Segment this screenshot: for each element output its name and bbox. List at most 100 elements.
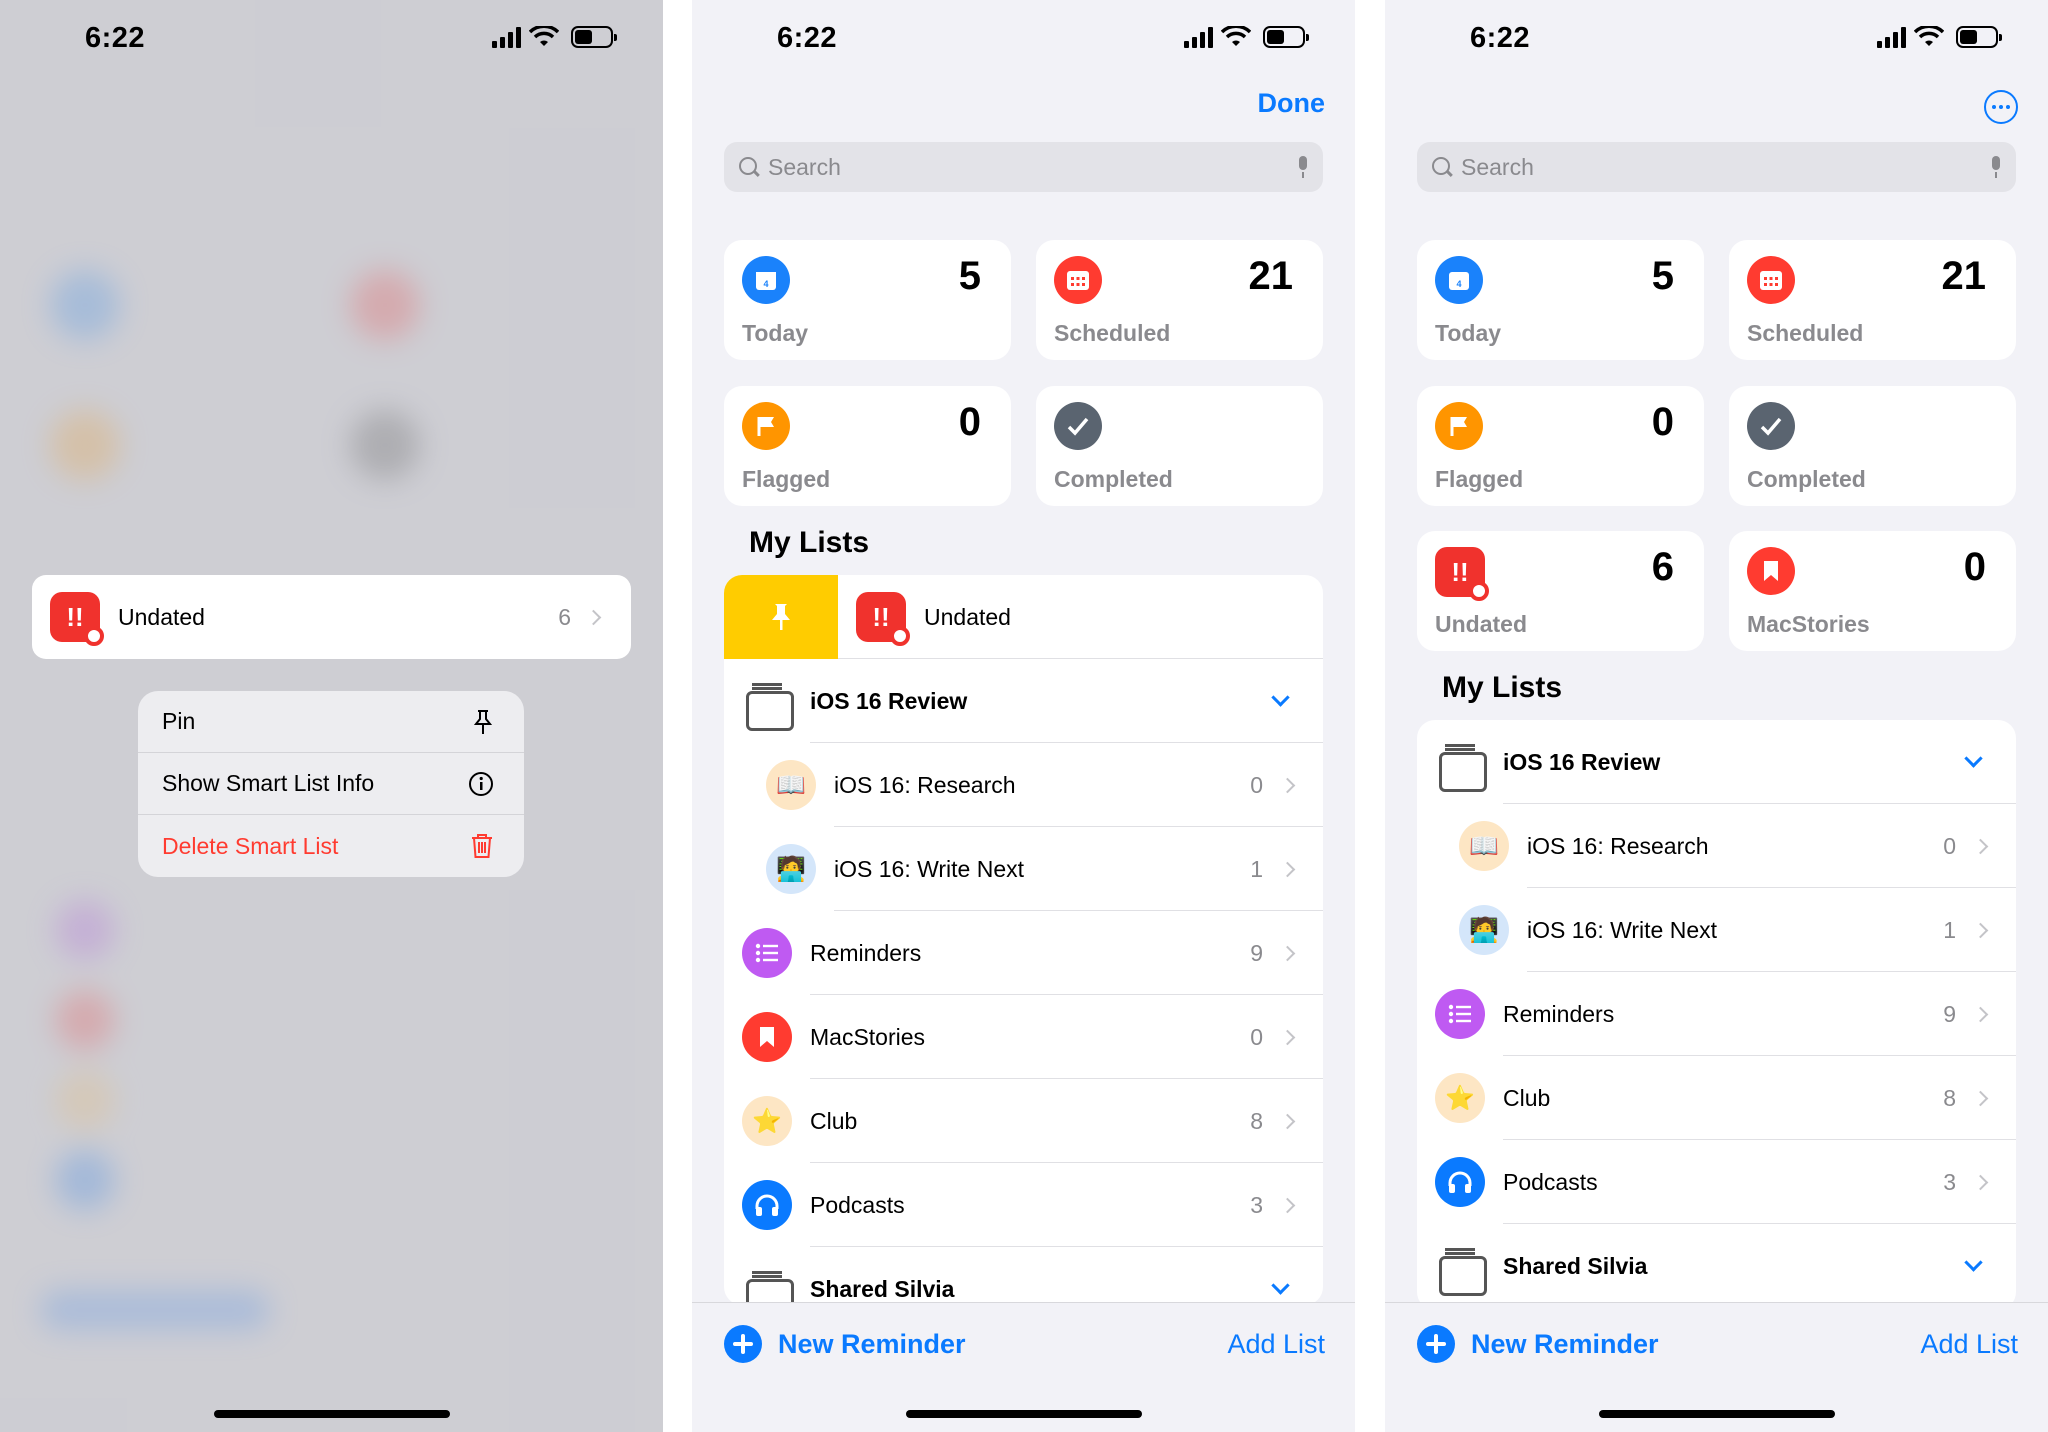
- battery-icon: [1956, 26, 2002, 48]
- card-label: Flagged: [1435, 466, 1524, 492]
- calendar-grid-icon: [1054, 256, 1102, 304]
- list-item-club[interactable]: ⭐ Club 8: [1417, 1056, 2016, 1140]
- add-list-button[interactable]: Add List: [1920, 1329, 2018, 1360]
- list-item-ios16-research[interactable]: 📖 iOS 16: Research 0: [1417, 804, 2016, 888]
- search-input[interactable]: [1461, 153, 1990, 181]
- card-count: 0: [1963, 545, 1986, 589]
- undated-label: Undated: [118, 603, 205, 630]
- menu-item-delete[interactable]: Delete Smart List: [138, 815, 524, 877]
- smart-card-scheduled[interactable]: 21 Scheduled: [1036, 240, 1323, 360]
- card-count: 6: [1651, 545, 1674, 589]
- plus-circle-icon: [1417, 1325, 1455, 1363]
- plus-circle-icon: [724, 1325, 762, 1363]
- smart-card-today[interactable]: 4 5 Today: [724, 240, 1011, 360]
- list-item-label: iOS 16: Write Next: [1527, 916, 1718, 943]
- phone-panel-pinned: 6:22 4 5 Today 21 Scheduled 0 Flagged Co…: [1385, 0, 2048, 1432]
- smart-card-flagged[interactable]: 0 Flagged: [724, 386, 1011, 506]
- new-reminder-button[interactable]: New Reminder: [1417, 1325, 1659, 1363]
- list-item-label: Club: [1503, 1084, 1551, 1111]
- search-bar[interactable]: [724, 142, 1323, 192]
- technologist-icon: 🧑‍💻: [766, 844, 816, 894]
- my-lists: iOS 16 Review 📖 iOS 16: Research 0 🧑‍💻 i…: [1417, 720, 2016, 1310]
- section-title: My Lists: [749, 526, 870, 559]
- list-item-reminders[interactable]: Reminders 9: [1417, 972, 2016, 1056]
- smart-card-undated[interactable]: !! 6 Undated: [1417, 531, 1704, 651]
- wifi-icon: [1914, 26, 1944, 46]
- card-count: 21: [1941, 254, 1987, 298]
- card-count: 5: [1651, 254, 1674, 298]
- smart-card-completed[interactable]: Completed: [1729, 386, 2016, 506]
- list-item-reminders[interactable]: Reminders 9: [724, 911, 1323, 995]
- list-item-label: Shared Silvia: [1503, 1252, 1648, 1279]
- new-reminder-label: New Reminder: [1471, 1328, 1659, 1359]
- add-list-button[interactable]: Add List: [1227, 1329, 1325, 1360]
- chevron-right-icon: [1279, 1029, 1296, 1045]
- smart-card-today[interactable]: 4 5 Today: [1417, 240, 1704, 360]
- chevron-right-icon: [1972, 922, 1989, 938]
- list-item-undated-pinning[interactable]: !! Undated: [724, 575, 1323, 659]
- chevron-right-icon: [1972, 1006, 1989, 1022]
- card-label: Today: [742, 320, 809, 346]
- card-count: 0: [958, 400, 981, 444]
- pin-icon: [772, 604, 790, 630]
- microphone-icon[interactable]: [1990, 156, 2002, 178]
- list-item-ios16-research[interactable]: 📖 iOS 16: Research 0: [724, 743, 1323, 827]
- folder-stack-icon: [1439, 744, 1487, 792]
- menu-item-pin[interactable]: Pin: [138, 691, 524, 753]
- smart-card-completed[interactable]: Completed: [1036, 386, 1323, 506]
- chevron-right-icon: [1279, 861, 1296, 877]
- list-item-label: Reminders: [1503, 1000, 1615, 1027]
- list-item-count: 1: [1250, 855, 1263, 882]
- flag-icon: [742, 402, 790, 450]
- undated-smartlist-icon: !!: [1435, 547, 1489, 601]
- menu-item-show-info[interactable]: Show Smart List Info: [138, 753, 524, 815]
- search-bar[interactable]: [1417, 142, 2016, 192]
- smart-card-scheduled[interactable]: 21 Scheduled: [1729, 240, 2016, 360]
- list-item-podcasts[interactable]: Podcasts 3: [724, 1163, 1323, 1247]
- microphone-icon[interactable]: [1297, 156, 1309, 178]
- smart-card-macstories[interactable]: 0 MacStories: [1729, 531, 2016, 651]
- chevron-right-icon: [1972, 838, 1989, 854]
- list-item-podcasts[interactable]: Podcasts 3: [1417, 1140, 2016, 1224]
- chevron-down-icon[interactable]: [1964, 1253, 1983, 1272]
- search-input[interactable]: [768, 153, 1297, 181]
- svg-text:4: 4: [1456, 279, 1461, 289]
- pin-action-button[interactable]: [724, 575, 838, 659]
- list-item-club[interactable]: ⭐ Club 8: [724, 1079, 1323, 1163]
- chevron-down-icon[interactable]: [1271, 688, 1290, 707]
- bottom-toolbar: New Reminder Add List: [692, 1302, 1355, 1432]
- list-group-shared-silvia[interactable]: Shared Silvia: [724, 1247, 1323, 1305]
- card-count: 0: [1651, 400, 1674, 444]
- list-group-shared-silvia[interactable]: Shared Silvia: [1417, 1224, 2016, 1308]
- headphones-icon: [1435, 1157, 1485, 1207]
- list-item-label: iOS 16 Review: [810, 687, 968, 714]
- more-options-button[interactable]: [1984, 90, 2018, 124]
- wifi-icon: [529, 26, 559, 46]
- technologist-icon: 🧑‍💻: [1459, 905, 1509, 955]
- flag-icon: [1435, 402, 1483, 450]
- chevron-down-icon[interactable]: [1271, 1276, 1290, 1295]
- checkmark-icon: [1747, 402, 1795, 450]
- list-item-ios16-write-next[interactable]: 🧑‍💻 iOS 16: Write Next 1: [1417, 888, 2016, 972]
- smart-card-flagged[interactable]: 0 Flagged: [1417, 386, 1704, 506]
- star-icon: ⭐: [742, 1096, 792, 1146]
- list-item-count: 8: [1250, 1107, 1263, 1134]
- list-item-ios16-write-next[interactable]: 🧑‍💻 iOS 16: Write Next 1: [724, 827, 1323, 911]
- card-label: Completed: [1054, 466, 1173, 492]
- chevron-down-icon[interactable]: [1964, 749, 1983, 768]
- list-group-ios16-review[interactable]: iOS 16 Review: [724, 659, 1323, 743]
- done-button[interactable]: Done: [1258, 88, 1326, 119]
- list-item-macstories[interactable]: MacStories 0: [724, 995, 1323, 1079]
- calendar-icon: 4: [742, 256, 790, 304]
- new-reminder-label: New Reminder: [778, 1328, 966, 1359]
- chevron-right-icon: [585, 609, 602, 625]
- status-time: 6:22: [1470, 22, 1531, 54]
- menu-item-label: Delete Smart List: [162, 832, 339, 859]
- new-reminder-button[interactable]: New Reminder: [724, 1325, 966, 1363]
- undated-list-row[interactable]: !! Undated 6: [32, 575, 631, 659]
- list-group-ios16-review[interactable]: iOS 16 Review: [1417, 720, 2016, 804]
- home-indicator: [213, 1410, 450, 1418]
- list-item-count: 0: [1250, 1023, 1263, 1050]
- list-item-count: 0: [1943, 832, 1956, 859]
- menu-item-label: Show Smart List Info: [162, 770, 375, 796]
